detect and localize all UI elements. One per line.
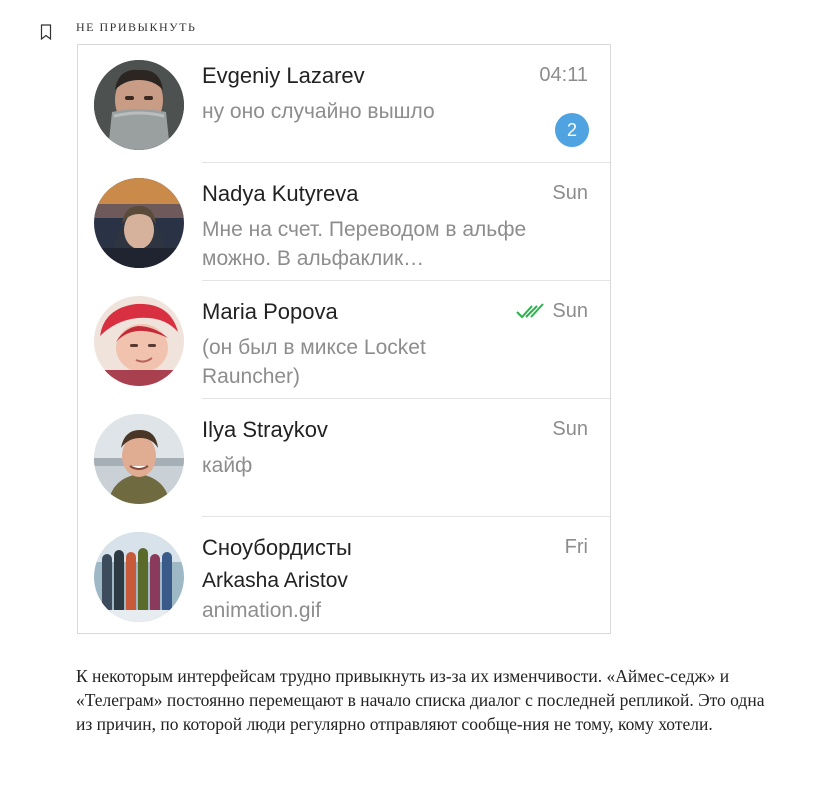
avatar (94, 60, 184, 150)
contact-name: Evgeniy Lazarev (202, 63, 365, 88)
chat-row-evgeniy-lazarev[interactable]: Evgeniy Lazarev 04:11 ну оно случайно вы… (78, 45, 610, 163)
message-time: Sun (552, 418, 588, 440)
chat-row-maria-popova[interactable]: Maria Popova Sun (он был в миксе Locket … (78, 281, 610, 399)
contact-name: Ilya Straykov (202, 417, 328, 442)
section-title: НЕ ПРИВЫКНУТЬ (76, 20, 197, 34)
article-paragraph: К некоторым интерфейсам трудно привыкнут… (76, 666, 765, 734)
avatar (94, 178, 184, 268)
double-check-icon (516, 303, 544, 319)
message-preview: (он был в миксе Locket Rauncher) (202, 336, 426, 388)
avatar (94, 414, 184, 504)
contact-name: Maria Popova (202, 299, 338, 324)
bookmark-icon[interactable] (40, 24, 52, 40)
message-preview: animation.gif (202, 599, 322, 622)
message-preview: Мне на счет. Переводом в альфе можно. В … (202, 218, 527, 270)
message-time: Sun (552, 182, 588, 204)
contact-name: Nadya Kutyreva (202, 181, 359, 206)
chat-row-snowboarders[interactable]: Сноубордисты Fri Arkasha Aristov animati… (78, 517, 610, 635)
message-time: Sun (552, 300, 588, 322)
unread-badge: 2 (555, 113, 589, 147)
chat-name: Сноубордисты (202, 535, 352, 560)
chat-row-nadya-kutyreva[interactable]: Nadya Kutyreva Sun Мне на счет. Переводо… (78, 163, 610, 281)
avatar (94, 532, 184, 622)
chat-row-ilya-straykov[interactable]: Ilya Straykov Sun кайф (78, 399, 610, 517)
message-time: Fri (564, 536, 588, 558)
chat-list: Evgeniy Lazarev 04:11 ну оно случайно вы… (77, 44, 611, 634)
message-time: 04:11 (539, 64, 588, 86)
message-preview: ну оно случайно вышло (202, 100, 435, 123)
message-sender: Arkasha Aristov (202, 569, 348, 592)
message-preview: кайф (202, 454, 253, 477)
avatar (94, 296, 184, 386)
